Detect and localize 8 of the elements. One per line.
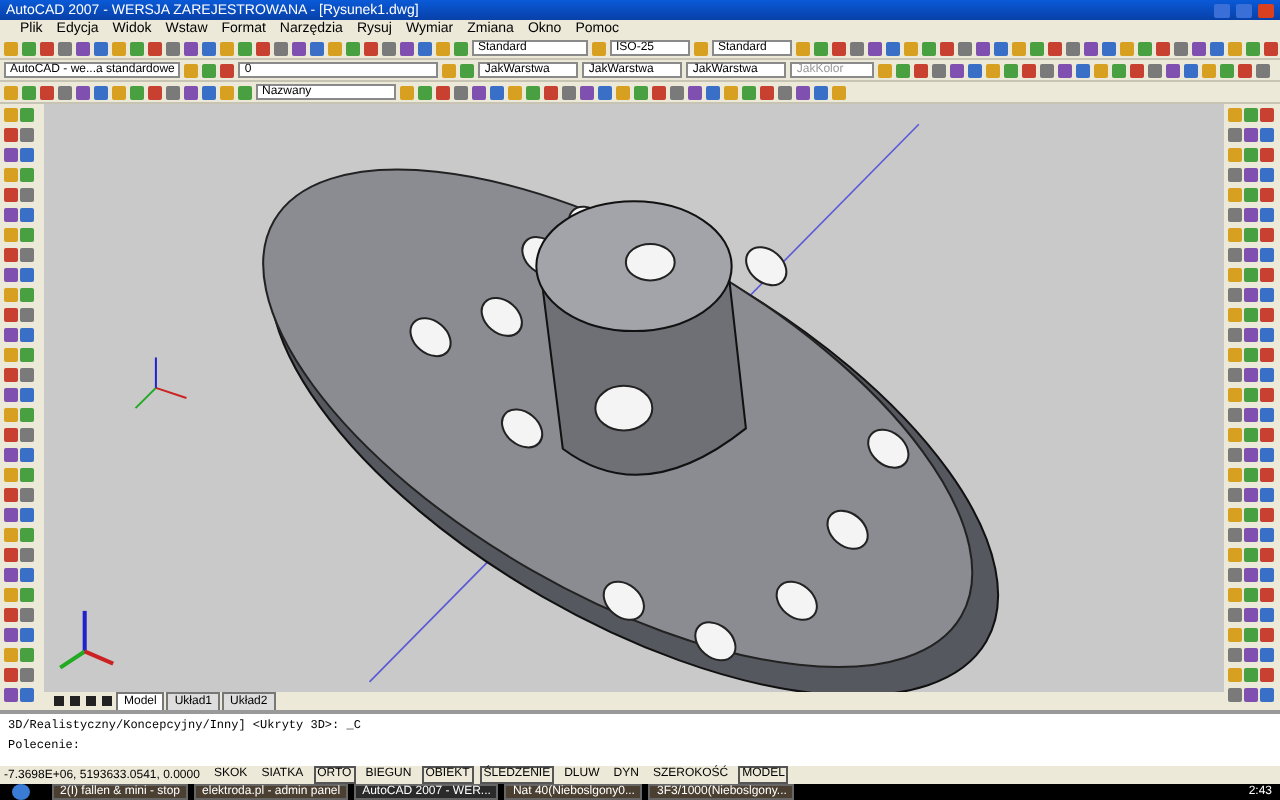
toolbar-icon[interactable] (694, 41, 708, 55)
ucs-icon (134, 357, 187, 409)
minimize-button[interactable] (1214, 3, 1230, 17)
close-button[interactable] (1258, 3, 1274, 17)
ucs-axes-icon (59, 610, 114, 670)
maximize-button[interactable] (1236, 3, 1252, 17)
toolbar-icon[interactable] (592, 41, 606, 55)
start-button[interactable] (12, 784, 30, 800)
